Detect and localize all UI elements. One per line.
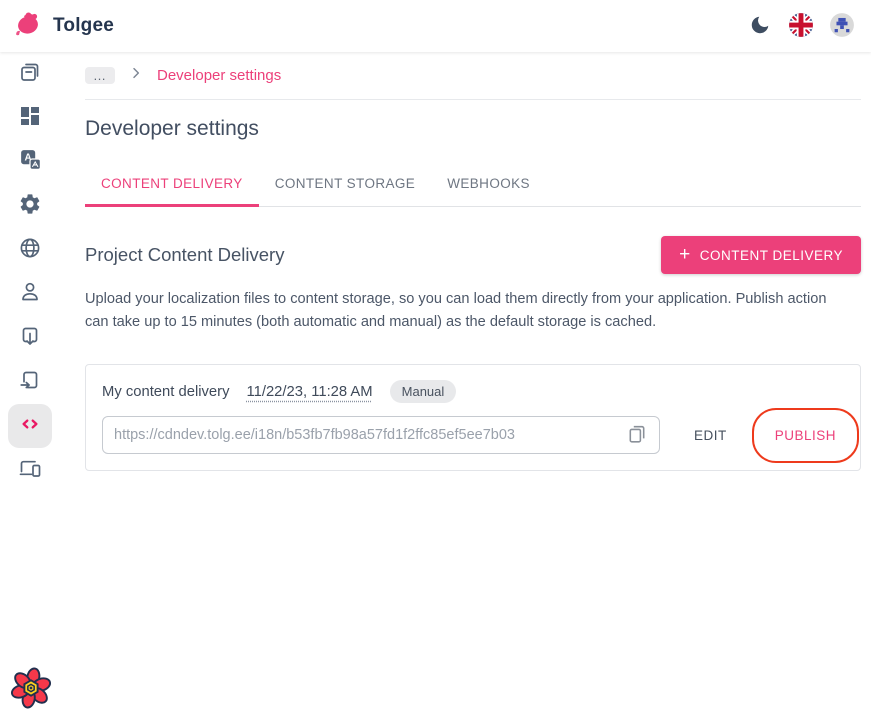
- settings-tabs: CONTENT DELIVERY CONTENT STORAGE WEBHOOK…: [85, 161, 861, 207]
- person-icon: [18, 280, 42, 309]
- publish-button[interactable]: PUBLISH: [767, 420, 844, 451]
- page-title: Developer settings: [85, 117, 861, 141]
- delivery-url-field: [102, 416, 660, 454]
- brand-home-link[interactable]: Tolgee: [14, 9, 114, 44]
- plus-icon: +: [679, 245, 691, 264]
- brand-name: Tolgee: [53, 15, 114, 37]
- delivery-name: My content delivery: [102, 384, 229, 400]
- user-menu-button[interactable]: [829, 13, 855, 39]
- breadcrumb-collapse-button[interactable]: …: [85, 67, 115, 84]
- projects-stack-icon: [18, 60, 42, 89]
- language-flag-uk-icon: [788, 12, 814, 41]
- globe-icon: [18, 236, 42, 265]
- sidebar-item-members[interactable]: [8, 272, 52, 316]
- code-icon: [18, 412, 42, 441]
- gear-icon: [18, 192, 42, 221]
- sidebar-item-dashboard[interactable]: [8, 96, 52, 140]
- tab-content-delivery[interactable]: CONTENT DELIVERY: [85, 161, 259, 207]
- content-delivery-card: My content delivery 11/22/23, 11:28 AM M…: [85, 364, 861, 471]
- flower-icon: [8, 665, 54, 711]
- breadcrumb-current-link[interactable]: Developer settings: [157, 67, 281, 84]
- copy-icon: [626, 423, 648, 448]
- file-export-icon: [18, 368, 42, 397]
- delivery-url-input[interactable]: [114, 427, 621, 443]
- sidebar-item-developer-settings[interactable]: [8, 404, 52, 448]
- copy-url-button[interactable]: [621, 419, 653, 451]
- project-sidebar: A: [0, 52, 60, 719]
- top-app-bar: Tolgee: [0, 0, 871, 52]
- translate-icon: A: [18, 147, 43, 177]
- sidebar-item-import[interactable]: [8, 316, 52, 360]
- sidebar-item-projects[interactable]: [8, 52, 52, 96]
- delivery-last-published[interactable]: 11/22/23, 11:28 AM: [246, 384, 372, 400]
- sidebar-item-settings[interactable]: [8, 184, 52, 228]
- dark-mode-toggle[interactable]: [747, 13, 773, 39]
- tolgee-mouse-icon: [14, 9, 44, 44]
- main-content: … Developer settings Developer settings …: [60, 52, 871, 719]
- publish-mode-badge: Manual: [390, 380, 457, 403]
- chevron-right-icon: [128, 65, 144, 86]
- tab-content-storage[interactable]: CONTENT STORAGE: [259, 161, 432, 207]
- user-avatar: [829, 12, 855, 41]
- sidebar-item-languages[interactable]: [8, 228, 52, 272]
- language-selector[interactable]: [788, 13, 814, 39]
- devices-icon: [18, 456, 42, 485]
- dashboard-grid-icon: [18, 104, 42, 133]
- add-content-delivery-button[interactable]: + CONTENT DELIVERY: [661, 236, 861, 274]
- add-content-delivery-label: CONTENT DELIVERY: [700, 248, 843, 263]
- tolgee-tools-flower-button[interactable]: [8, 665, 54, 711]
- edit-delivery-button[interactable]: EDIT: [688, 420, 733, 451]
- sidebar-item-translations[interactable]: A: [8, 140, 52, 184]
- section-title: Project Content Delivery: [85, 244, 284, 266]
- section-description: Upload your localization files to conten…: [85, 288, 846, 333]
- breadcrumb: … Developer settings: [85, 52, 861, 100]
- tab-webhooks[interactable]: WEBHOOKS: [431, 161, 546, 207]
- sidebar-item-integrate[interactable]: [8, 448, 52, 492]
- dark-mode-moon-icon: [749, 14, 771, 39]
- file-import-icon: [18, 324, 42, 353]
- sidebar-item-export[interactable]: [8, 360, 52, 404]
